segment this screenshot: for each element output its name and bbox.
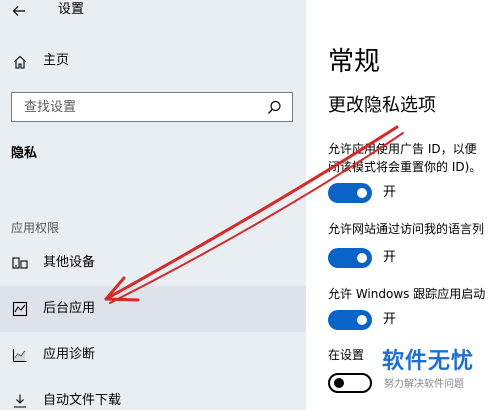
search-input[interactable] xyxy=(24,99,244,115)
sidebar-item-app-diagnostics[interactable]: 应用诊断 xyxy=(0,332,306,378)
main-content: 常规 更改隐私选项 允许应用使用广告 ID，以便 闭该模式将会重置你的 ID)。… xyxy=(306,0,500,410)
page-heading: 常规 xyxy=(328,47,381,77)
section-subheading: 更改隐私选项 xyxy=(328,95,436,116)
section-title: 隐私 xyxy=(11,146,38,161)
toggle-state-label: 开 xyxy=(383,185,397,200)
back-button[interactable] xyxy=(8,0,30,22)
back-arrow-icon xyxy=(12,6,25,16)
title-bar: 设置 xyxy=(0,0,306,30)
watermark-title: 软件无忧 xyxy=(382,349,475,374)
toggle-knob xyxy=(334,378,344,388)
option-text: 允许应用使用广告 ID，以便 xyxy=(328,142,477,156)
settings-content-toggle[interactable] xyxy=(328,373,372,393)
option-description-language-list: 允许网站通过访问我的语言列 xyxy=(328,220,500,238)
watermark: 软件无忧 努力解决软件问题 xyxy=(372,348,500,398)
other-devices-icon xyxy=(12,257,28,269)
sidebar-item-other-devices[interactable]: 其他设备 xyxy=(0,240,306,286)
sidebar-item-label: 后台应用 xyxy=(43,301,96,316)
toggle-knob xyxy=(357,253,367,263)
sidebar-item-label: 其他设备 xyxy=(43,255,96,270)
background-apps-icon xyxy=(12,301,28,317)
watermark-subtitle: 努力解决软件问题 xyxy=(384,379,464,390)
option-text: 允许 Windows 跟踪应用启动 xyxy=(328,287,486,301)
sidebar: 设置 主页 隐私 应用权限 其他设备 后台应用 xyxy=(0,0,306,410)
search-box[interactable] xyxy=(11,92,293,122)
app-diagnostics-icon xyxy=(12,349,27,363)
toggle-knob xyxy=(357,188,367,198)
option-text: 闭该模式将会重置你的 ID)。 xyxy=(328,160,482,174)
option-description-app-launch-tracking: 允许 Windows 跟踪应用启动 xyxy=(328,285,500,303)
toggle-knob xyxy=(357,315,367,325)
toggle-state-label: 开 xyxy=(383,312,397,327)
sidebar-item-background-apps[interactable]: 后台应用 xyxy=(0,286,306,332)
search-icon[interactable] xyxy=(267,100,282,115)
toggle-state-label: 开 xyxy=(383,250,397,265)
home-nav-item[interactable]: 主页 xyxy=(0,48,306,76)
download-icon xyxy=(14,394,26,408)
option-text: 允许网站通过访问我的语言列 xyxy=(328,222,485,236)
app-title: 设置 xyxy=(58,2,85,17)
home-icon xyxy=(13,55,27,69)
home-label: 主页 xyxy=(43,53,70,68)
language-list-toggle[interactable] xyxy=(328,248,372,268)
option-description-advertising-id: 允许应用使用广告 ID，以便 闭该模式将会重置你的 ID)。 xyxy=(328,140,500,176)
sidebar-item-label: 应用诊断 xyxy=(43,347,96,362)
sidebar-item-label: 自动文件下载 xyxy=(43,393,122,408)
sidebar-item-auto-downloads[interactable]: 自动文件下载 xyxy=(0,378,306,410)
app-launch-tracking-toggle[interactable] xyxy=(328,310,372,330)
advertising-id-toggle[interactable] xyxy=(328,183,372,203)
group-label: 应用权限 xyxy=(11,221,60,235)
